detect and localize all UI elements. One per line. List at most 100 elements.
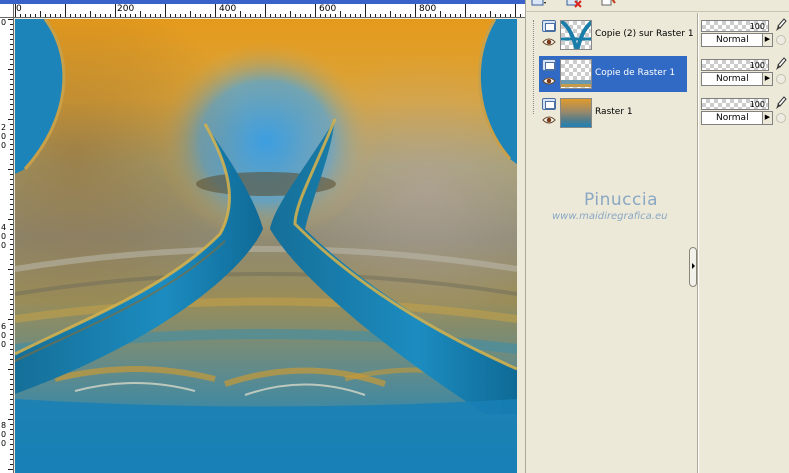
- ruler-corner: [0, 4, 14, 18]
- ruler-tick: [10, 104, 13, 105]
- ruler-tick: [10, 259, 13, 260]
- lock-icon[interactable]: [776, 35, 786, 45]
- ruler-tick: [380, 14, 381, 17]
- ruler-tick: [10, 294, 13, 295]
- visibility-eye-icon[interactable]: [542, 115, 556, 125]
- ruler-tick: [10, 79, 13, 80]
- ruler-tick: [155, 14, 156, 17]
- ruler-tick: [115, 4, 116, 17]
- ruler-tick: [8, 169, 13, 170]
- visibility-eye-icon[interactable]: [542, 76, 556, 86]
- v-ruler-label: 0: [1, 141, 7, 150]
- ruler-tick: [95, 14, 96, 17]
- ruler-tick: [45, 14, 46, 17]
- ruler-tick: [10, 329, 13, 330]
- ruler-tick: [320, 14, 321, 17]
- layer-row-raster-1[interactable]: Raster 1: [539, 95, 686, 131]
- layer-properties-icon[interactable]: [600, 0, 618, 10]
- ruler-tick: [10, 74, 13, 75]
- delete-layer-icon[interactable]: [566, 0, 584, 10]
- brush-icon[interactable]: [775, 57, 787, 71]
- brush-icon[interactable]: [775, 18, 787, 32]
- ruler-tick: [455, 14, 456, 17]
- ruler-tick: [85, 14, 86, 17]
- ruler-tick: [35, 14, 36, 17]
- ruler-tick: [10, 49, 13, 50]
- palette-divider: [697, 13, 699, 473]
- h-ruler-label: 0: [16, 4, 22, 14]
- opacity-value: 100: [749, 22, 765, 31]
- ruler-tick: [110, 14, 111, 17]
- opacity-slider[interactable]: 100: [701, 20, 769, 32]
- v-ruler-label: 0: [1, 232, 7, 241]
- ruler-tick: [390, 11, 391, 17]
- ruler-tick: [8, 119, 13, 120]
- ruler-tick: [195, 14, 196, 17]
- v-ruler-label: 0: [1, 331, 7, 340]
- ruler-tick: [40, 11, 41, 17]
- v-ruler-label: 8: [1, 421, 7, 430]
- image-canvas[interactable]: [15, 19, 517, 473]
- ruler-tick: [10, 39, 13, 40]
- lock-icon[interactable]: [776, 74, 786, 84]
- ruler-tick: [280, 14, 281, 17]
- ruler-tick: [10, 204, 13, 205]
- chevron-right-icon: ▶: [762, 112, 772, 124]
- opacity-value: 100: [749, 100, 765, 109]
- layer-thumbnail: [560, 98, 592, 128]
- ruler-tick: [10, 214, 13, 215]
- h-ruler-label: 200: [117, 4, 135, 14]
- brush-icon[interactable]: [775, 96, 787, 110]
- blend-mode-value: Normal: [716, 35, 749, 45]
- blend-mode-select[interactable]: Normal ▶: [701, 33, 773, 47]
- layer-row-copie-2[interactable]: Copie (2) sur Raster 1: [539, 17, 694, 53]
- ruler-tick: [80, 14, 81, 17]
- ruler-tick: [10, 124, 13, 125]
- ruler-tick: [55, 14, 56, 17]
- ruler-tick: [210, 14, 211, 17]
- ruler-tick: [470, 14, 471, 17]
- ruler-tick: [10, 159, 13, 160]
- ruler-tick: [10, 459, 13, 460]
- ruler-tick: [10, 334, 13, 335]
- ruler-tick: [10, 209, 13, 210]
- ruler-tick: [10, 344, 13, 345]
- ruler-tick: [10, 189, 13, 190]
- ruler-tick: [8, 469, 13, 470]
- ruler-tick: [440, 11, 441, 17]
- visibility-eye-icon[interactable]: [542, 37, 556, 47]
- ruler-tick: [365, 4, 366, 17]
- blend-mode-select[interactable]: Normal ▶: [701, 72, 773, 86]
- ruler-tick: [10, 84, 13, 85]
- opacity-slider[interactable]: 100: [701, 98, 769, 110]
- opacity-slider[interactable]: 100: [701, 59, 769, 71]
- ruler-tick: [10, 409, 13, 410]
- ruler-tick: [10, 339, 13, 340]
- palette-collapse-handle[interactable]: [689, 247, 697, 287]
- ruler-tick: [400, 14, 401, 17]
- ruler-tick: [130, 14, 131, 17]
- ruler-tick: [180, 14, 181, 17]
- ruler-tick: [145, 14, 146, 17]
- ruler-tick: [10, 384, 13, 385]
- blend-mode-select[interactable]: Normal ▶: [701, 111, 773, 125]
- layer-row-copie-de-raster-1[interactable]: Copie de Raster 1: [539, 56, 687, 92]
- layer-props-copie-2: 100 Normal ▶: [700, 18, 789, 54]
- ruler-tick: [270, 14, 271, 17]
- opacity-value: 100: [749, 61, 765, 70]
- ruler-tick: [10, 174, 13, 175]
- ruler-tick: [330, 14, 331, 17]
- ruler-tick: [185, 14, 186, 17]
- ruler-tick: [10, 54, 13, 55]
- ruler-tick: [225, 14, 226, 17]
- ruler-tick: [10, 364, 13, 365]
- chevron-right-icon: ▶: [762, 34, 772, 46]
- ruler-tick: [375, 14, 376, 17]
- ruler-tick: [220, 14, 221, 17]
- ruler-tick: [485, 14, 486, 17]
- lock-icon[interactable]: [776, 113, 786, 123]
- ruler-tick: [290, 11, 291, 17]
- ruler-tick: [345, 14, 346, 17]
- new-layer-icon[interactable]: [530, 0, 548, 10]
- ruler-tick: [170, 14, 171, 17]
